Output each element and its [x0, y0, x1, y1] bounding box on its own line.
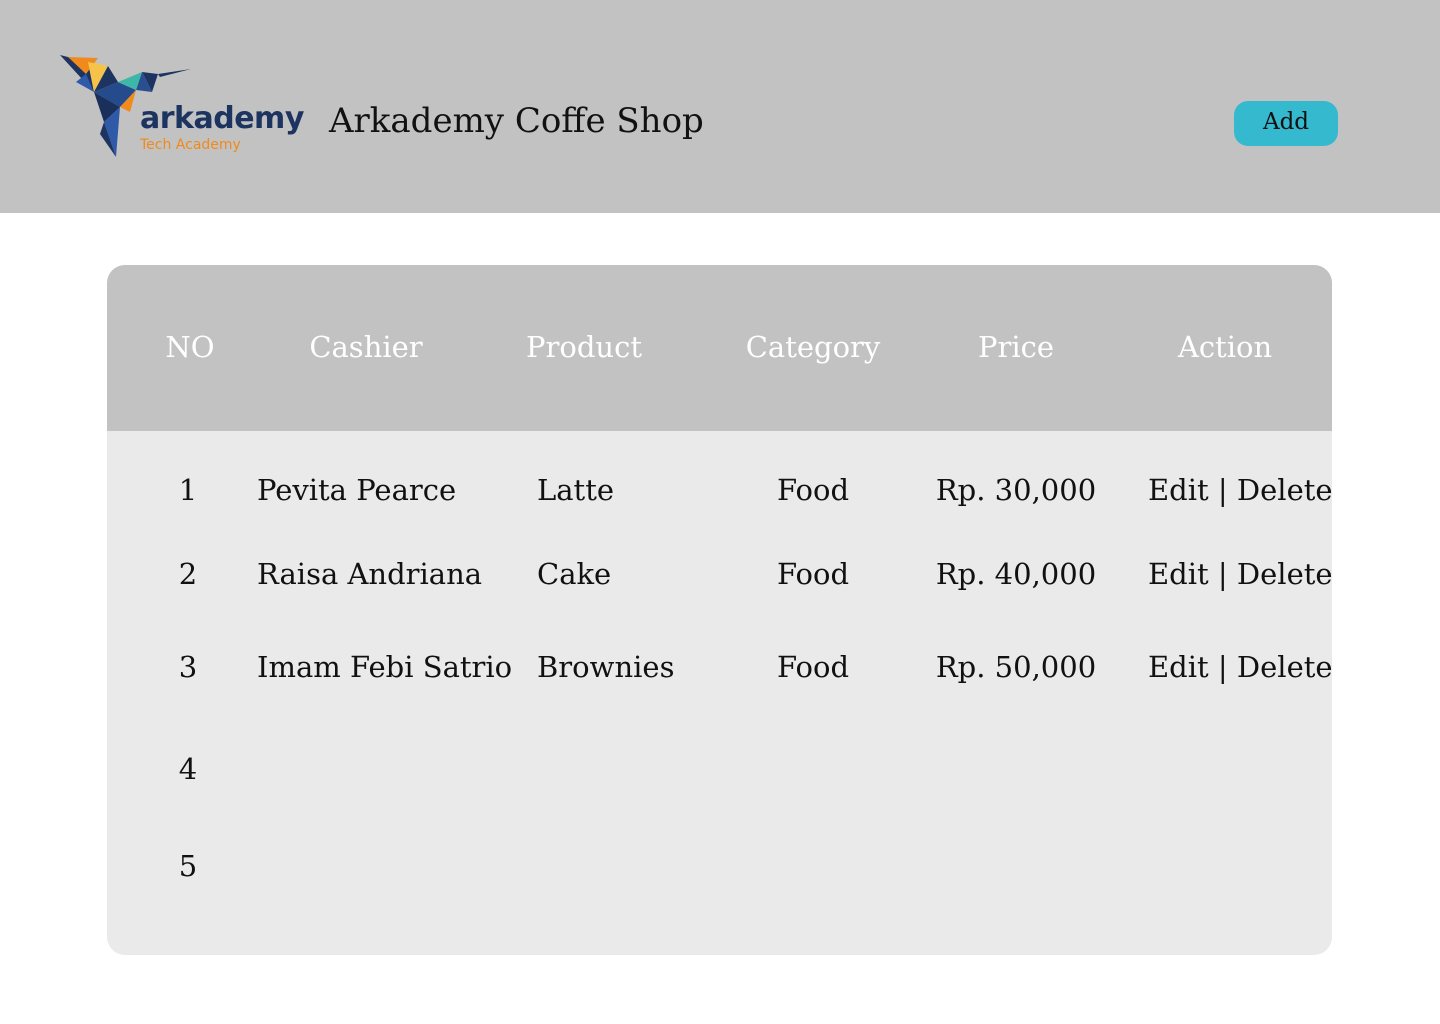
- row-number: 5: [178, 849, 198, 883]
- table-row: 2 Raisa Andriana Cake Food Rp. 40,000 Ed…: [107, 560, 1332, 600]
- table-header: NO Cashier Product Category Price Action: [107, 265, 1332, 431]
- table-row: 3 Imam Febi Satrio Brownies Food Rp. 50,…: [107, 653, 1332, 693]
- page-title: Arkademy Coffe Shop: [329, 101, 704, 141]
- column-header-category: Category: [745, 330, 881, 364]
- price: Rp. 40,000: [935, 557, 1097, 591]
- table-row: 5: [107, 852, 1332, 892]
- price: Rp. 30,000: [935, 473, 1097, 507]
- row-actions: Edit | Delete: [1148, 476, 1332, 505]
- price: Rp. 50,000: [935, 650, 1097, 684]
- column-header-price: Price: [977, 330, 1055, 364]
- delete-link[interactable]: Delete: [1237, 473, 1332, 507]
- row-number: 1: [178, 473, 198, 507]
- arkademy-logo[interactable]: arkademy Tech Academy: [58, 52, 304, 162]
- category: Food: [776, 557, 850, 591]
- action-separator: |: [1217, 557, 1228, 591]
- category: Food: [776, 473, 850, 507]
- row-number: 3: [178, 650, 198, 684]
- product-name: Cake: [537, 557, 612, 591]
- cashier-name: Imam Febi Satrio: [257, 650, 513, 684]
- edit-link[interactable]: Edit: [1148, 473, 1209, 507]
- delete-link[interactable]: Delete: [1237, 557, 1332, 591]
- product-name: Latte: [537, 473, 615, 507]
- row-actions: Edit | Delete: [1148, 653, 1332, 682]
- app-header: arkademy Tech Academy Arkademy Coffe Sho…: [0, 0, 1440, 213]
- column-header-no: NO: [165, 330, 215, 364]
- table-row: 4: [107, 755, 1332, 795]
- row-number: 4: [178, 752, 198, 786]
- category: Food: [776, 650, 850, 684]
- logo-wordmark: arkademy: [140, 101, 304, 136]
- action-separator: |: [1217, 473, 1228, 507]
- cashier-name: Raisa Andriana: [257, 557, 483, 591]
- delete-link[interactable]: Delete: [1237, 650, 1332, 684]
- transactions-table: NO Cashier Product Category Price Action…: [107, 265, 1332, 955]
- column-header-action: Action: [1177, 330, 1273, 364]
- edit-link[interactable]: Edit: [1148, 557, 1209, 591]
- column-header-cashier: Cashier: [309, 330, 423, 364]
- cashier-name: Pevita Pearce: [257, 473, 457, 507]
- add-button[interactable]: Add: [1234, 101, 1338, 146]
- edit-link[interactable]: Edit: [1148, 650, 1209, 684]
- row-number: 2: [178, 557, 198, 591]
- row-actions: Edit | Delete: [1148, 560, 1332, 589]
- table-row: 1 Pevita Pearce Latte Food Rp. 30,000 Ed…: [107, 476, 1332, 516]
- logo-subtitle: Tech Academy: [140, 137, 241, 153]
- product-name: Brownies: [537, 650, 675, 684]
- action-separator: |: [1217, 650, 1228, 684]
- column-header-product: Product: [526, 330, 642, 364]
